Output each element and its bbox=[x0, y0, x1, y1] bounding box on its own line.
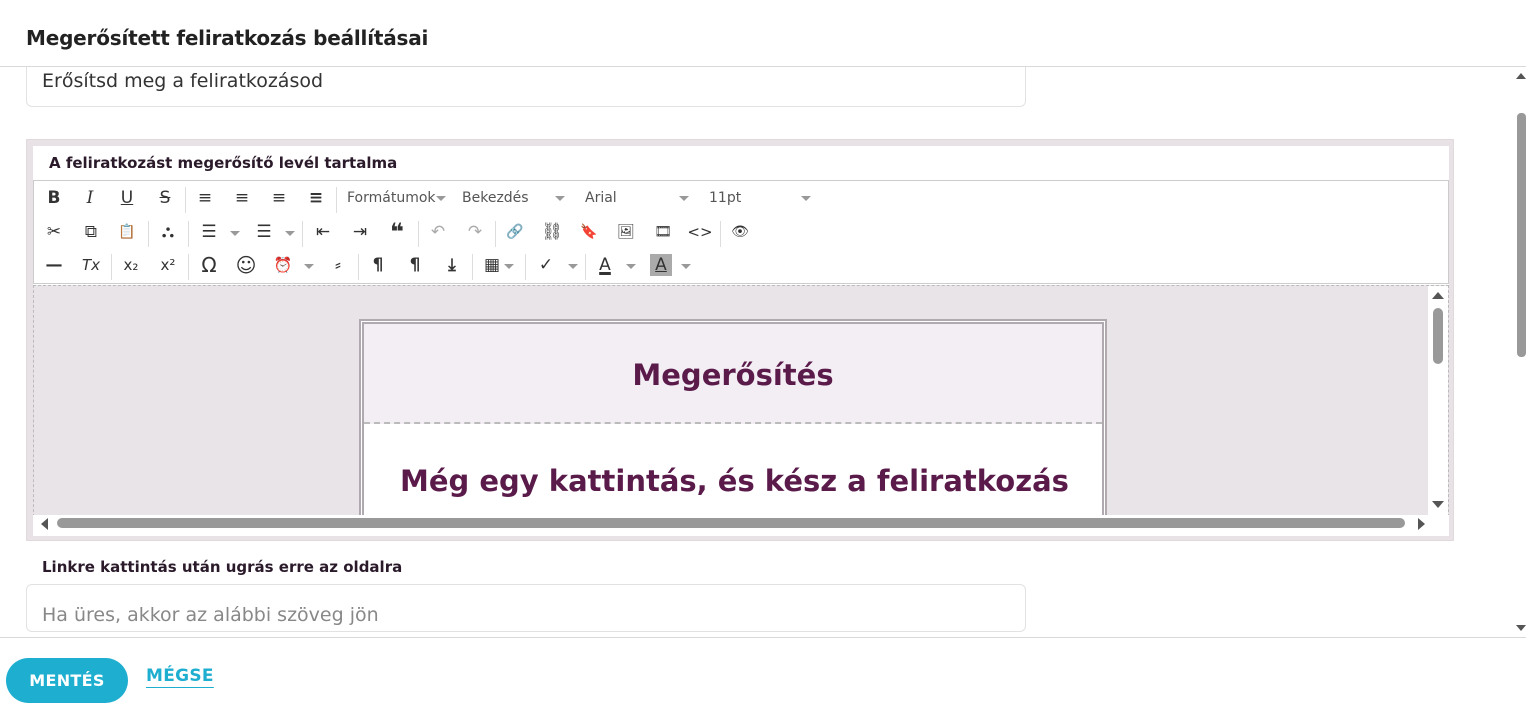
rich-text-editor: A feliratkozást megerősítő levél tartalm… bbox=[26, 139, 1454, 541]
spellcheck-icon[interactable]: ✓ bbox=[531, 250, 561, 280]
outdent-icon[interactable]: ⇤ bbox=[308, 217, 338, 247]
code-icon[interactable]: <> bbox=[685, 217, 715, 247]
dialog-body: Erősítsd meg a feliratkozásod A feliratk… bbox=[0, 67, 1516, 637]
text-color-icon[interactable]: A bbox=[590, 250, 620, 280]
subscript-icon[interactable]: x₂ bbox=[116, 250, 146, 280]
image-icon[interactable]: 🖼 bbox=[611, 217, 641, 247]
italic-icon[interactable]: I bbox=[75, 183, 105, 213]
chevron-down-icon[interactable] bbox=[504, 264, 514, 269]
editor-label: A feliratkozást megerősítő levél tartalm… bbox=[49, 154, 398, 172]
email-header: Megerősítés bbox=[364, 324, 1102, 424]
insert-icon[interactable]: ⤓ bbox=[437, 250, 467, 280]
special-char-icon[interactable]: Ω bbox=[194, 250, 224, 280]
chevron-down-icon[interactable] bbox=[626, 264, 636, 269]
chevron-down-icon bbox=[679, 196, 689, 201]
strikethrough-icon[interactable]: S bbox=[150, 183, 180, 213]
emoticon-icon[interactable]: ☺ bbox=[231, 250, 261, 280]
redirect-label: Linkre kattintás után ugrás erre az olda… bbox=[42, 558, 403, 576]
scroll-right-icon[interactable] bbox=[1418, 518, 1425, 530]
scroll-thumb[interactable] bbox=[1433, 308, 1443, 364]
bold-icon[interactable]: B bbox=[39, 183, 69, 213]
find-icon[interactable]: ⛬ bbox=[153, 217, 183, 247]
numbered-list-icon[interactable]: ☰ bbox=[249, 217, 279, 247]
font-size-dropdown[interactable]: 11pt bbox=[709, 183, 824, 213]
email-heading: Megerősítés bbox=[632, 358, 834, 392]
page-vertical-scrollbar[interactable] bbox=[1516, 67, 1526, 637]
chevron-down-icon[interactable] bbox=[568, 264, 578, 269]
align-center-icon[interactable]: ≡ bbox=[227, 183, 257, 213]
chevron-down-icon bbox=[436, 196, 446, 201]
editor-content-area[interactable]: Megerősítés Még egy kattintás, és kész a… bbox=[33, 285, 1449, 532]
dialog-header: Megerősített feliratkozás beállításai bbox=[0, 0, 1526, 67]
toolbar-row-3: — Tx x₂ x² Ω ☺ ⏰ ⸗ ¶ ¶ ⤓ ▦ ✓ A A bbox=[34, 250, 1448, 284]
chevron-down-icon[interactable] bbox=[230, 231, 240, 236]
unlink-icon[interactable]: ⛓ bbox=[537, 217, 567, 247]
ltr-icon[interactable]: ¶ bbox=[363, 250, 393, 280]
align-justify-icon[interactable]: ≡ bbox=[301, 183, 331, 213]
superscript-icon[interactable]: x² bbox=[153, 250, 183, 280]
link-icon[interactable]: 🔗 bbox=[500, 217, 530, 247]
font-family-label: Arial bbox=[585, 190, 617, 206]
paragraph-dropdown[interactable]: Bekezdés bbox=[462, 183, 572, 213]
scroll-thumb[interactable] bbox=[57, 518, 1405, 528]
chevron-down-icon bbox=[801, 196, 811, 201]
email-preview: Megerősítés Még egy kattintás, és kész a… bbox=[359, 319, 1107, 531]
scroll-down-icon[interactable] bbox=[1432, 501, 1444, 508]
formats-dropdown[interactable]: Formátumok bbox=[347, 183, 457, 213]
dialog-title: Megerősített feliratkozás beállításai bbox=[26, 26, 429, 50]
redirect-url-input[interactable]: Ha üres, akkor az alábbi szöveg jön bbox=[26, 584, 1026, 632]
cancel-button[interactable]: MÉGSE bbox=[146, 666, 214, 686]
toolbar-row-1: B I U S ≡ ≡ ≡ ≡ Formátumok Bekezdés Aria… bbox=[34, 183, 1448, 217]
chevron-down-icon bbox=[555, 196, 565, 201]
scroll-left-icon[interactable] bbox=[41, 518, 48, 530]
scroll-up-icon[interactable] bbox=[1432, 292, 1444, 299]
scroll-thumb[interactable] bbox=[1517, 113, 1526, 357]
toolbar-row-2: ✂ ⧉ 📋 ⛬ ☰ ☰ ⇤ ⇥ ❝ ↶ ↷ 🔗 ⛓ 🔖 🖼 🎞 <> 👁 bbox=[34, 217, 1448, 251]
chevron-down-icon[interactable] bbox=[285, 231, 295, 236]
font-size-label: 11pt bbox=[709, 190, 742, 206]
email-body-title: Még egy kattintás, és kész a feliratkozá… bbox=[400, 464, 1069, 498]
undo-icon[interactable]: ↶ bbox=[423, 217, 453, 247]
preview-icon[interactable]: 👁 bbox=[725, 217, 755, 247]
paragraph-label: Bekezdés bbox=[462, 190, 529, 206]
chevron-down-icon[interactable] bbox=[304, 264, 314, 269]
background-color-icon[interactable]: A bbox=[650, 254, 672, 276]
table-icon[interactable]: ▦ bbox=[477, 250, 507, 280]
align-right-icon[interactable]: ≡ bbox=[264, 183, 294, 213]
bookmark-icon[interactable]: 🔖 bbox=[574, 217, 604, 247]
dialog-footer: MENTÉS MÉGSE bbox=[0, 637, 1526, 715]
align-left-icon[interactable]: ≡ bbox=[190, 183, 220, 213]
scroll-up-icon[interactable] bbox=[1516, 73, 1526, 79]
formats-label: Formátumok bbox=[347, 190, 436, 206]
blockquote-icon[interactable]: ❝ bbox=[382, 217, 412, 247]
redo-icon[interactable]: ↷ bbox=[460, 217, 490, 247]
underline-icon[interactable]: U bbox=[112, 183, 142, 213]
save-button[interactable]: MENTÉS bbox=[6, 658, 128, 703]
chevron-down-icon[interactable] bbox=[681, 264, 691, 269]
rtl-icon[interactable]: ¶ bbox=[400, 250, 430, 280]
indent-icon[interactable]: ⇥ bbox=[345, 217, 375, 247]
horizontal-rule-icon[interactable]: — bbox=[39, 250, 69, 280]
editor-horizontal-scrollbar[interactable] bbox=[33, 515, 1449, 533]
cut-icon[interactable]: ✂ bbox=[39, 217, 69, 247]
bullet-list-icon[interactable]: ☰ bbox=[194, 217, 224, 247]
subject-input[interactable]: Erősítsd meg a feliratkozásod bbox=[26, 67, 1026, 107]
editor-vertical-scrollbar[interactable] bbox=[1428, 286, 1448, 516]
editor-toolbar: B I U S ≡ ≡ ≡ ≡ Formátumok Bekezdés Aria… bbox=[33, 180, 1449, 284]
page-break-icon[interactable]: ⸗ bbox=[323, 250, 353, 280]
font-family-dropdown[interactable]: Arial bbox=[585, 183, 700, 213]
paste-icon[interactable]: 📋 bbox=[112, 217, 142, 247]
media-icon[interactable]: 🎞 bbox=[648, 217, 678, 247]
scroll-down-icon[interactable] bbox=[1516, 625, 1526, 631]
datetime-icon[interactable]: ⏰ bbox=[268, 250, 298, 280]
copy-icon[interactable]: ⧉ bbox=[76, 217, 106, 247]
clear-format-icon[interactable]: Tx bbox=[76, 250, 106, 280]
